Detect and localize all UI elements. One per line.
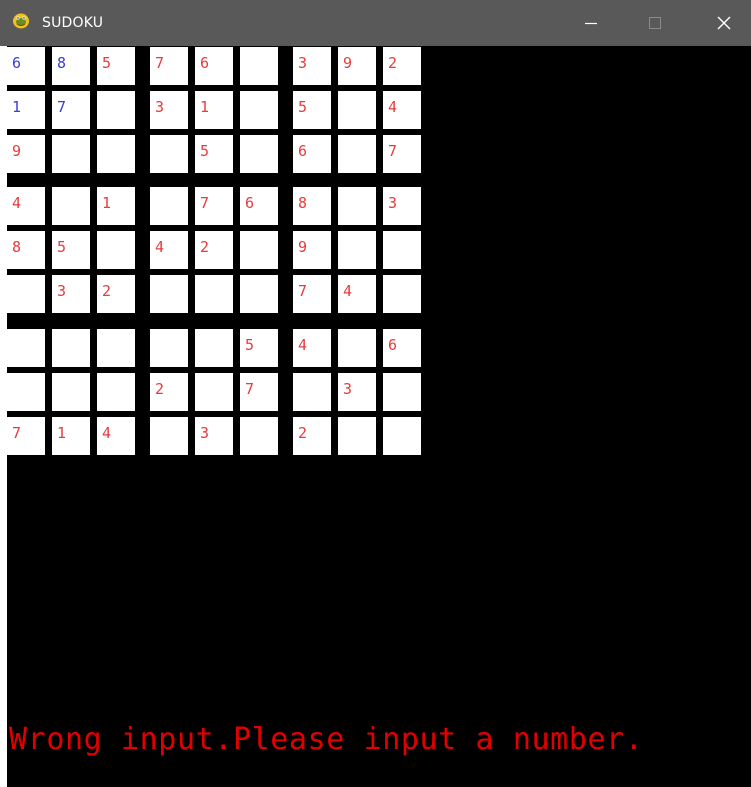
sudoku-cell-r8-c4[interactable]: 2 <box>150 373 188 411</box>
sudoku-cell-r9-c7[interactable]: 2 <box>293 417 331 455</box>
sudoku-cell-r9-c6[interactable] <box>240 417 278 455</box>
sudoku-cell-r3-c5[interactable]: 5 <box>195 135 233 173</box>
sudoku-cell-r5-c7[interactable]: 9 <box>293 231 331 269</box>
sudoku-cell-r2-c6[interactable] <box>240 91 278 129</box>
minimize-icon <box>585 22 597 25</box>
sudoku-cell-r1-c1[interactable]: 6 <box>7 47 45 85</box>
sudoku-cell-r7-c8[interactable] <box>338 329 376 367</box>
sudoku-cell-r3-c9[interactable]: 7 <box>383 135 421 173</box>
sudoku-cell-r6-c8[interactable]: 4 <box>338 275 376 313</box>
sudoku-cell-r7-c3[interactable] <box>97 329 135 367</box>
sudoku-cell-r8-c1[interactable] <box>7 373 45 411</box>
sudoku-cell-r1-c7[interactable]: 3 <box>293 47 331 85</box>
close-icon <box>717 16 731 30</box>
sudoku-cell-r6-c3[interactable]: 2 <box>97 275 135 313</box>
sudoku-cell-r2-c8[interactable] <box>338 91 376 129</box>
sudoku-cell-r9-c4[interactable] <box>150 417 188 455</box>
sudoku-cell-r5-c6[interactable] <box>240 231 278 269</box>
sudoku-cell-r9-c1[interactable]: 7 <box>7 417 45 455</box>
sudoku-cell-r3-c2[interactable] <box>52 135 90 173</box>
sudoku-cell-r1-c6[interactable] <box>240 47 278 85</box>
sudoku-cell-r3-c4[interactable] <box>150 135 188 173</box>
sudoku-cell-r1-c5[interactable]: 6 <box>195 47 233 85</box>
close-button[interactable] <box>697 0 751 46</box>
sudoku-cell-r6-c9[interactable] <box>383 275 421 313</box>
sudoku-cell-r8-c7[interactable] <box>293 373 331 411</box>
sudoku-cell-r9-c3[interactable]: 4 <box>97 417 135 455</box>
sudoku-cell-r5-c3[interactable] <box>97 231 135 269</box>
sudoku-cell-r2-c3[interactable] <box>97 91 135 129</box>
sudoku-cell-r3-c3[interactable] <box>97 135 135 173</box>
sudoku-cell-r4-c1[interactable]: 4 <box>7 187 45 225</box>
sudoku-cell-r7-c9[interactable]: 6 <box>383 329 421 367</box>
sudoku-cell-r6-c2[interactable]: 3 <box>52 275 90 313</box>
sudoku-cell-r8-c3[interactable] <box>97 373 135 411</box>
game-window: SUDOKU 685763921731549567417683854293274… <box>0 0 751 787</box>
sudoku-cell-r3-c6[interactable] <box>240 135 278 173</box>
sudoku-cell-r2-c5[interactable]: 1 <box>195 91 233 129</box>
title-bar[interactable]: SUDOKU <box>0 0 751 46</box>
window-title: SUDOKU <box>42 15 104 31</box>
sudoku-cell-r2-c2[interactable]: 7 <box>52 91 90 129</box>
sudoku-cell-r8-c2[interactable] <box>52 373 90 411</box>
sudoku-cell-r5-c4[interactable]: 4 <box>150 231 188 269</box>
sudoku-cell-r4-c6[interactable]: 6 <box>240 187 278 225</box>
sudoku-cell-r1-c9[interactable]: 2 <box>383 47 421 85</box>
sudoku-cell-r1-c8[interactable]: 9 <box>338 47 376 85</box>
sudoku-cell-r2-c1[interactable]: 1 <box>7 91 45 129</box>
status-message: Wrong input.Please input a number. <box>9 722 644 757</box>
sudoku-cell-r4-c7[interactable]: 8 <box>293 187 331 225</box>
sudoku-cell-r4-c9[interactable]: 3 <box>383 187 421 225</box>
game-canvas[interactable]: 6857639217315495674176838542932745462737… <box>7 46 751 787</box>
sudoku-cell-r3-c8[interactable] <box>338 135 376 173</box>
sudoku-cell-r8-c8[interactable]: 3 <box>338 373 376 411</box>
sudoku-cell-r7-c7[interactable]: 4 <box>293 329 331 367</box>
sudoku-cell-r2-c9[interactable]: 4 <box>383 91 421 129</box>
sudoku-cell-r3-c7[interactable]: 6 <box>293 135 331 173</box>
sudoku-cell-r6-c4[interactable] <box>150 275 188 313</box>
sudoku-cell-r1-c3[interactable]: 5 <box>97 47 135 85</box>
sudoku-cell-r7-c1[interactable] <box>7 329 45 367</box>
sudoku-cell-r9-c9[interactable] <box>383 417 421 455</box>
sudoku-cell-r8-c9[interactable] <box>383 373 421 411</box>
sudoku-cell-r6-c7[interactable]: 7 <box>293 275 331 313</box>
sudoku-cell-r3-c1[interactable]: 9 <box>7 135 45 173</box>
sudoku-cell-r2-c4[interactable]: 3 <box>150 91 188 129</box>
sudoku-cell-r4-c4[interactable] <box>150 187 188 225</box>
sudoku-cell-r4-c3[interactable]: 1 <box>97 187 135 225</box>
sudoku-cell-r2-c7[interactable]: 5 <box>293 91 331 129</box>
sudoku-cell-r7-c5[interactable] <box>195 329 233 367</box>
sudoku-cell-r8-c5[interactable] <box>195 373 233 411</box>
sudoku-cell-r9-c8[interactable] <box>338 417 376 455</box>
sudoku-cell-r4-c5[interactable]: 7 <box>195 187 233 225</box>
sudoku-cell-r9-c5[interactable]: 3 <box>195 417 233 455</box>
sudoku-cell-r7-c6[interactable]: 5 <box>240 329 278 367</box>
sudoku-cell-r6-c5[interactable] <box>195 275 233 313</box>
sudoku-cell-r1-c4[interactable]: 7 <box>150 47 188 85</box>
sudoku-cell-r8-c6[interactable]: 7 <box>240 373 278 411</box>
maximize-button[interactable] <box>632 0 678 46</box>
sudoku-cell-r7-c4[interactable] <box>150 329 188 367</box>
sudoku-cell-r5-c8[interactable] <box>338 231 376 269</box>
sudoku-cell-r1-c2[interactable]: 8 <box>52 47 90 85</box>
sudoku-cell-r4-c2[interactable] <box>52 187 90 225</box>
sudoku-cell-r6-c6[interactable] <box>240 275 278 313</box>
sudoku-cell-r4-c8[interactable] <box>338 187 376 225</box>
sudoku-cell-r5-c2[interactable]: 5 <box>52 231 90 269</box>
sudoku-cell-r7-c2[interactable] <box>52 329 90 367</box>
sudoku-cell-r5-c1[interactable]: 8 <box>7 231 45 269</box>
minimize-button[interactable] <box>568 0 614 46</box>
sudoku-cell-r6-c1[interactable] <box>7 275 45 313</box>
maximize-icon <box>649 17 661 29</box>
sudoku-cell-r9-c2[interactable]: 1 <box>52 417 90 455</box>
python-snake-app-icon <box>13 13 29 29</box>
sudoku-cell-r5-c5[interactable]: 2 <box>195 231 233 269</box>
sudoku-cell-r5-c9[interactable] <box>383 231 421 269</box>
